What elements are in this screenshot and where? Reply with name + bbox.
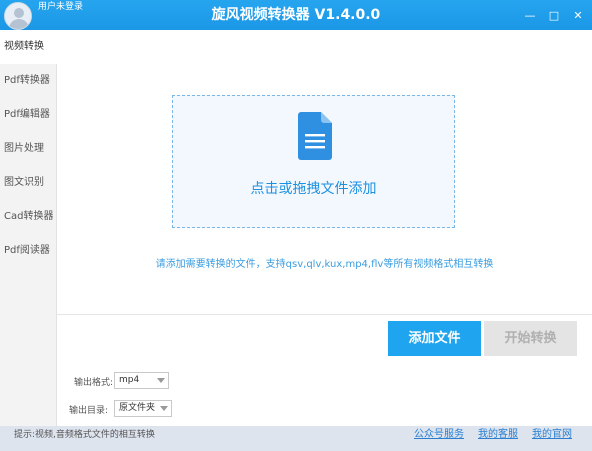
output-dir-select[interactable]: 原文件夹 (114, 400, 172, 417)
window-controls: — □ ✕ (524, 0, 584, 30)
wechat-service-link[interactable]: 公众号服务 (414, 426, 464, 444)
document-icon (298, 112, 332, 160)
sidebar-item-image-processing[interactable]: 图片处理 (0, 132, 56, 166)
status-hint: 提示:视频,音频格式文件的相互转换 (14, 430, 155, 440)
maximize-icon[interactable]: □ (548, 9, 560, 22)
supported-formats-hint: 请添加需要转换的文件，支持qsv,qlv,kux,mp4,flv等所有视频格式相… (155, 259, 494, 270)
minimize-icon[interactable]: — (524, 9, 536, 22)
sidebar-item-pdf-editor[interactable]: Pdf编辑器 (0, 98, 56, 132)
sidebar-item-pdf-converter[interactable]: Pdf转换器 (0, 64, 56, 98)
drop-zone-text: 点击或拖拽文件添加 (250, 181, 377, 197)
start-convert-button[interactable]: 开始转换 (484, 321, 577, 356)
chevron-down-icon (157, 378, 165, 383)
output-format-value: mp4 (119, 375, 140, 385)
sidebar-item-pdf-reader[interactable]: Pdf阅读器 (0, 234, 56, 268)
sidebar: 视频转换 Pdf转换器 Pdf编辑器 图片处理 图文识别 Cad转换器 Pdf阅… (0, 30, 57, 426)
sidebar-item-cad-converter[interactable]: Cad转换器 (0, 200, 56, 234)
customer-service-link[interactable]: 我的客服 (478, 426, 518, 444)
title-bar: 用户未登录 旋风视频转换器 V1.4.0.0 — □ ✕ (0, 0, 592, 30)
output-dir-value: 原文件夹 (119, 403, 156, 413)
output-dir-label: 输出目录: (69, 406, 109, 416)
sidebar-item-video-convert[interactable]: 视频转换 (0, 30, 57, 64)
output-format-select[interactable]: mp4 (114, 372, 169, 389)
divider (57, 314, 592, 315)
status-bar: 提示:视频,音频格式文件的相互转换 公众号服务 我的客服 我的官网 (0, 426, 592, 451)
close-icon[interactable]: ✕ (572, 9, 584, 22)
add-file-button[interactable]: 添加文件 (388, 321, 481, 356)
app-title: 旋风视频转换器 V1.4.0.0 (211, 7, 381, 23)
output-format-label: 输出格式: (74, 378, 114, 388)
chevron-down-icon (160, 406, 168, 411)
status-links: 公众号服务 我的客服 我的官网 (414, 426, 572, 444)
sidebar-item-ocr[interactable]: 图文识别 (0, 166, 56, 200)
file-drop-zone[interactable]: 点击或拖拽文件添加 (172, 95, 455, 228)
official-site-link[interactable]: 我的官网 (532, 426, 572, 444)
